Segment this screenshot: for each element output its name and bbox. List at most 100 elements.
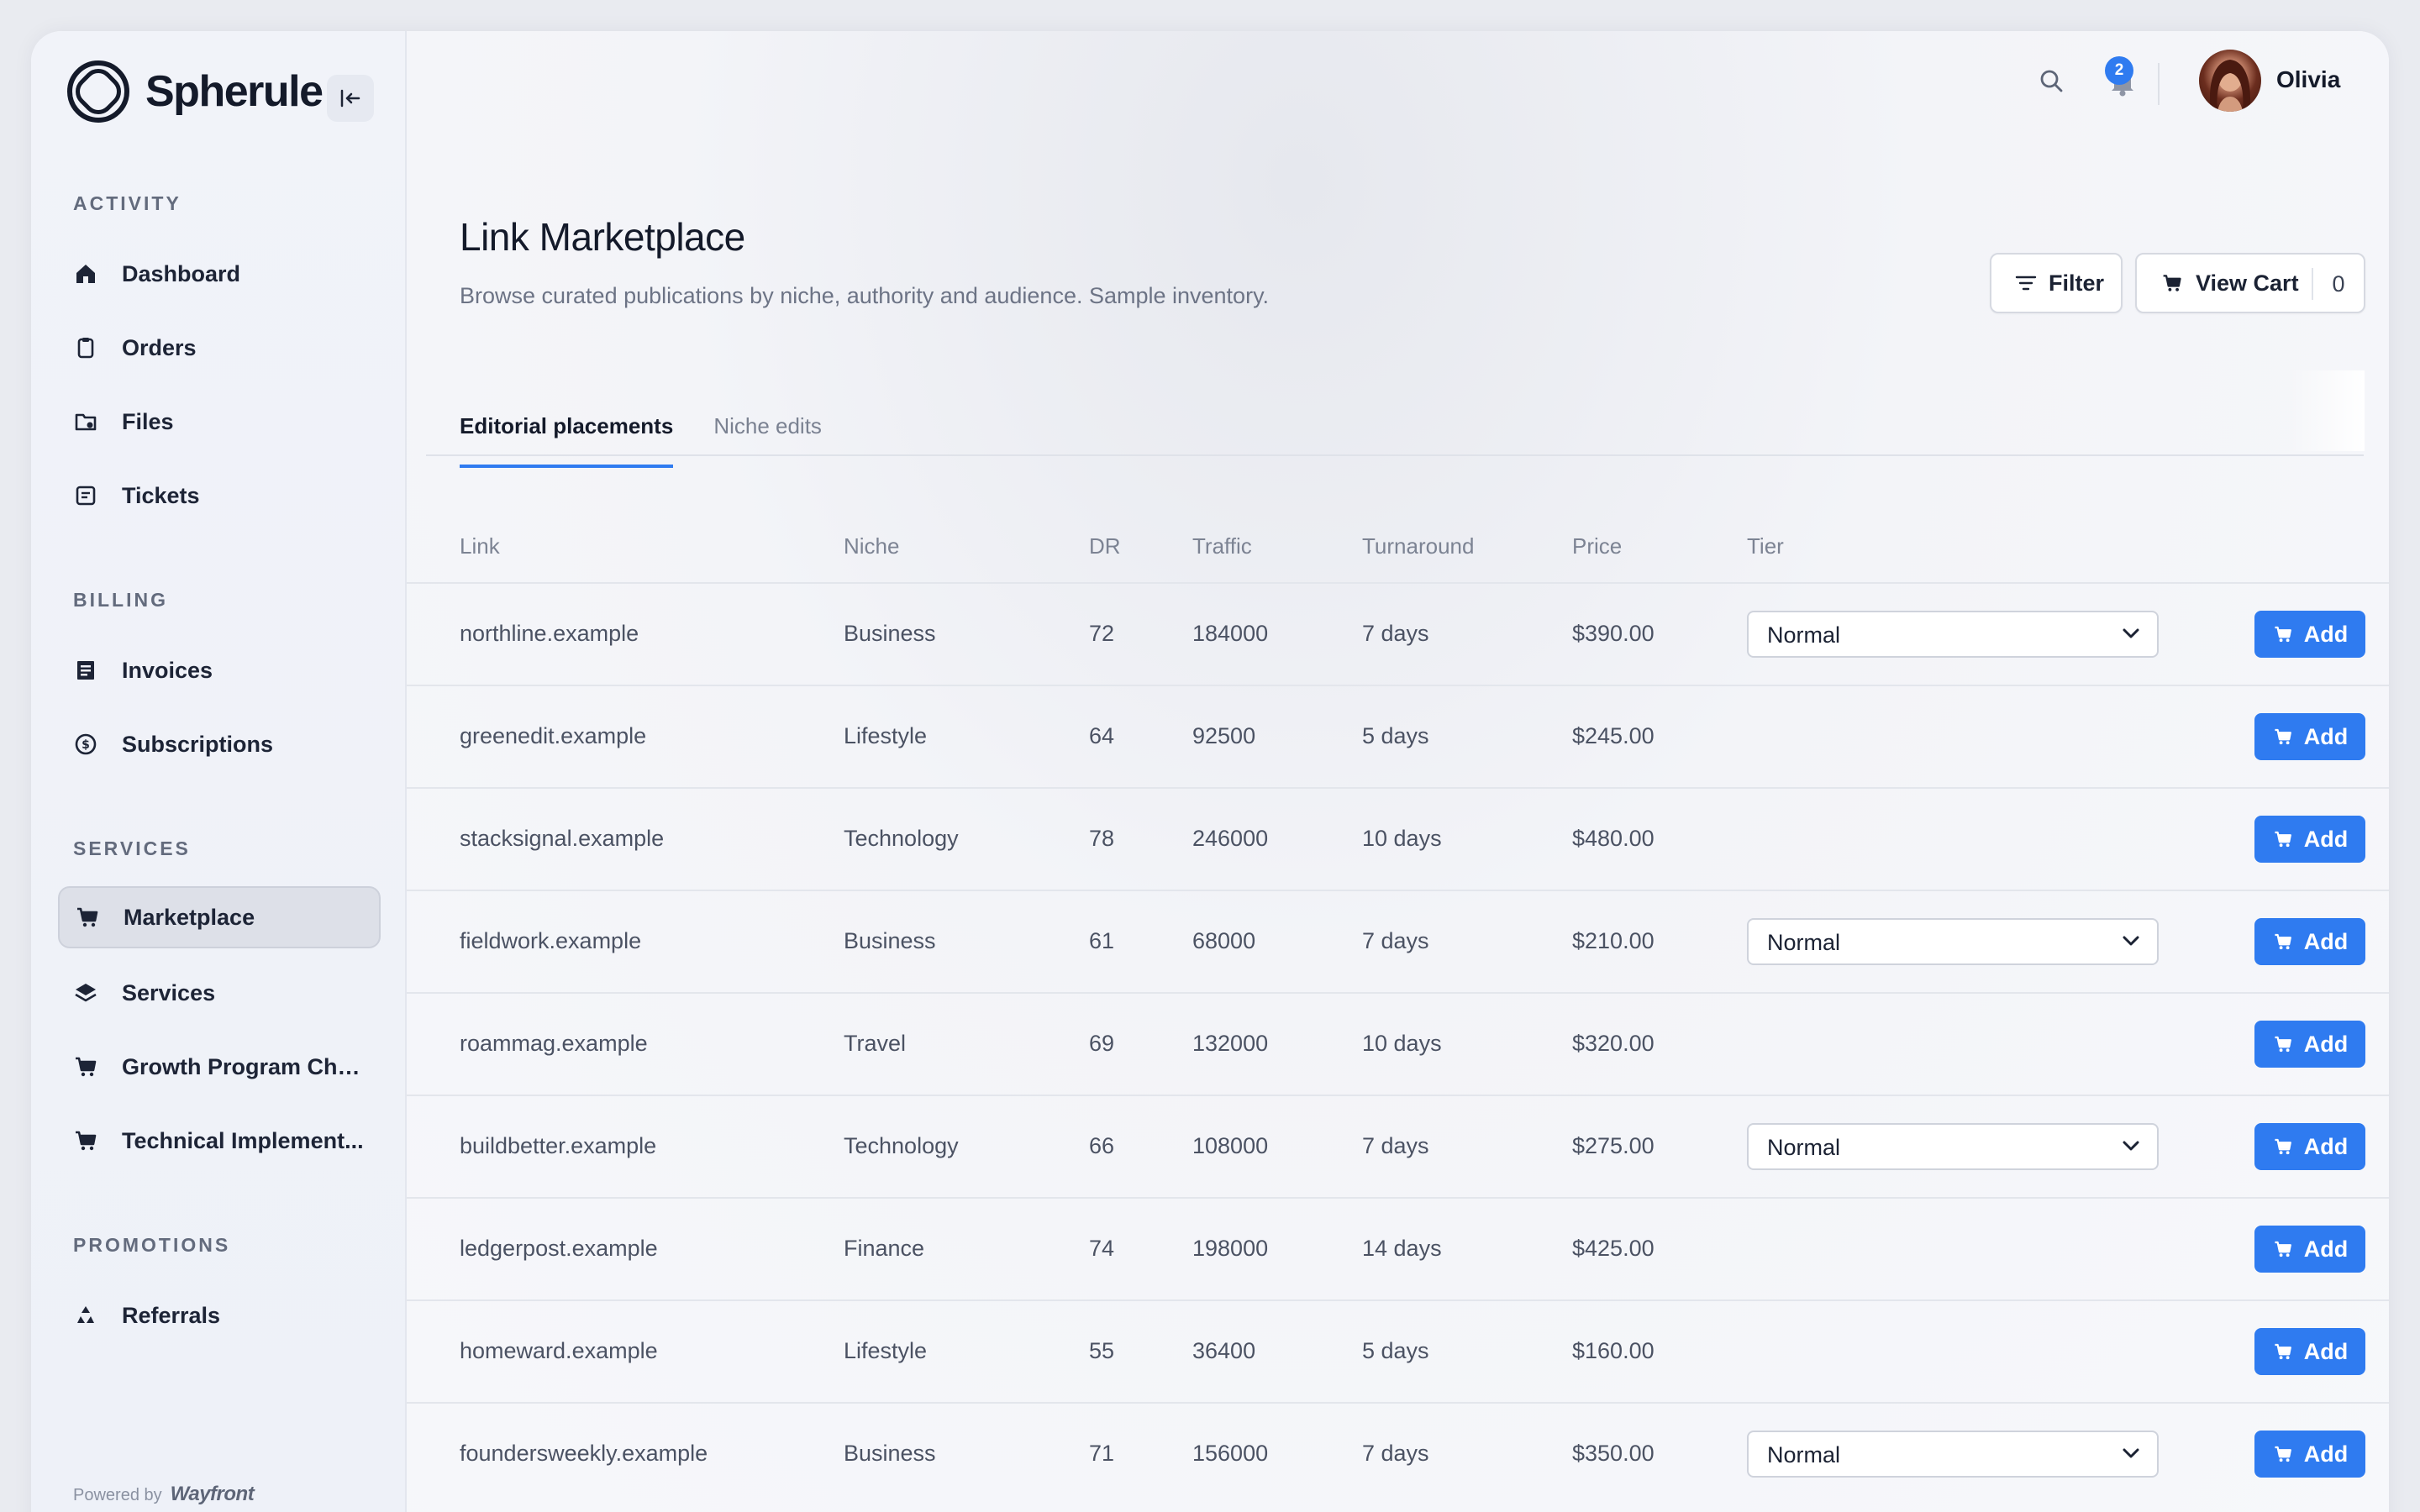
filter-button[interactable]: Filter <box>1990 253 2123 313</box>
cell-niche: Technology <box>844 826 959 851</box>
table-row: roammag.example Travel 69 132000 10 days $320… <box>407 992 2389 1095</box>
add-to-cart-button[interactable]: Add <box>2254 1226 2365 1273</box>
cell-turnaround: 7 days <box>1362 1441 1429 1466</box>
sidebar-item-files[interactable]: Files <box>58 391 381 453</box>
filter-icon <box>2015 276 2037 291</box>
cell-price: $480.00 <box>1572 826 1655 851</box>
sidebar-item-dashboard[interactable]: Dashboard <box>58 243 381 305</box>
user-name[interactable]: Olivia <box>2276 66 2340 93</box>
sidebar-item-subscriptions[interactable]: $ Subscriptions <box>58 713 381 775</box>
column-header-link[interactable]: Link <box>460 533 500 559</box>
spherule-logo-icon <box>67 60 129 123</box>
sidebar-item-marketplace[interactable]: Marketplace <box>58 886 381 948</box>
cell-traffic: 184000 <box>1192 621 1269 646</box>
cart-icon <box>76 1131 97 1151</box>
chevron-down-icon <box>2123 628 2139 638</box>
cell-price: $245.00 <box>1572 723 1655 748</box>
avatar[interactable] <box>2199 50 2261 112</box>
column-header-tier[interactable]: Tier <box>1747 533 1784 559</box>
add-button-label: Add <box>2303 1338 2349 1364</box>
chevron-down-icon <box>2123 1141 2139 1151</box>
sidebar-item-technical-implementation[interactable]: Technical Implement... <box>58 1110 381 1172</box>
cell-link[interactable]: roammag.example <box>460 1031 648 1057</box>
cell-link[interactable]: ledgerpost.example <box>460 1236 658 1262</box>
table-row: homeward.example Lifestyle 55 36400 5 days $1… <box>407 1299 2389 1402</box>
sidebar-item-orders[interactable]: Orders <box>58 317 381 379</box>
search-icon[interactable] <box>2037 66 2067 97</box>
add-to-cart-button[interactable]: Add <box>2254 1431 2365 1478</box>
table-row: greenedit.example Lifestyle 64 92500 5 days $… <box>407 685 2389 787</box>
tier-select[interactable]: Normal <box>1747 918 2159 965</box>
table-row: fieldwork.example Business 61 68000 7 days $2… <box>407 890 2389 992</box>
page-title: Link Marketplace <box>460 215 745 259</box>
cart-icon <box>2275 626 2291 643</box>
svg-text:$: $ <box>82 738 90 752</box>
sidebar-item-invoices[interactable]: Invoices <box>58 639 381 701</box>
add-to-cart-button[interactable]: Add <box>2254 713 2365 760</box>
add-button-label: Add <box>2303 723 2349 749</box>
table-row: buildbetter.example Technology 66 108000 7 d… <box>407 1095 2389 1197</box>
powered-by-brand: Wayfront <box>170 1483 255 1505</box>
powered-by[interactable]: Powered by Wayfront <box>73 1483 255 1506</box>
column-header-price[interactable]: Price <box>1572 533 1622 559</box>
clipboard-icon <box>77 338 94 359</box>
cart-icon <box>2275 728 2291 745</box>
brand-logo[interactable]: Spherule <box>65 58 324 125</box>
cell-niche: Business <box>844 1441 936 1466</box>
tier-select[interactable]: Normal <box>1747 1123 2159 1170</box>
tab-niche-edits[interactable]: Niche edits <box>713 413 822 468</box>
folder-icon <box>75 413 97 431</box>
cart-icon <box>2275 1446 2291 1462</box>
sidebar-item-referrals[interactable]: Referrals <box>58 1284 381 1347</box>
add-to-cart-button[interactable]: Add <box>2254 611 2365 658</box>
tier-select-value: Normal <box>1767 622 1841 648</box>
cart-count: 0 <box>2312 268 2364 300</box>
cell-traffic: 198000 <box>1192 1236 1269 1261</box>
tab-editorial-placements[interactable]: Editorial placements <box>460 413 674 468</box>
chevron-down-icon <box>2123 1448 2139 1458</box>
cell-link[interactable]: fieldwork.example <box>460 928 641 954</box>
sidebar-item-growth-program[interactable]: Growth Program Che... <box>58 1036 381 1098</box>
view-cart-button[interactable]: View Cart 0 <box>2135 253 2365 313</box>
column-header-turnaround[interactable]: Turnaround <box>1362 533 1474 559</box>
cell-traffic: 132000 <box>1192 1031 1269 1056</box>
cell-turnaround: 10 days <box>1362 1031 1442 1056</box>
add-to-cart-button[interactable]: Add <box>2254 1123 2365 1170</box>
cell-link[interactable]: buildbetter.example <box>460 1133 656 1159</box>
cell-traffic: 92500 <box>1192 723 1256 748</box>
column-header-traffic[interactable]: Traffic <box>1192 533 1252 559</box>
cell-link[interactable]: greenedit.example <box>460 723 646 749</box>
recycle-icon <box>77 1306 94 1323</box>
column-header-dr[interactable]: DR <box>1089 533 1121 559</box>
cell-traffic: 108000 <box>1192 1133 1269 1158</box>
table-row: northline.example Business 72 184000 7 days $… <box>407 582 2389 685</box>
add-button-label: Add <box>2303 621 2349 647</box>
add-button-label: Add <box>2303 1031 2349 1057</box>
tier-select[interactable]: Normal <box>1747 1431 2159 1478</box>
cell-traffic: 246000 <box>1192 826 1269 851</box>
add-to-cart-button[interactable]: Add <box>2254 816 2365 863</box>
cell-dr: 64 <box>1089 723 1115 748</box>
tier-select[interactable]: Normal <box>1747 611 2159 658</box>
sidebar-item-services[interactable]: Services <box>58 962 381 1024</box>
cell-traffic: 156000 <box>1192 1441 1269 1466</box>
cell-link[interactable]: stacksignal.example <box>460 826 664 852</box>
column-header-niche[interactable]: Niche <box>844 533 899 559</box>
sidebar-item-label: Tickets <box>122 482 200 508</box>
sidebar-item-label: Dashboard <box>122 260 241 286</box>
collapse-sidebar-button[interactable] <box>327 75 374 122</box>
add-to-cart-button[interactable]: Add <box>2254 1328 2365 1375</box>
cart-icon <box>2275 933 2291 950</box>
section-label-activity: ACTIVITY <box>73 192 182 214</box>
add-to-cart-button[interactable]: Add <box>2254 918 2365 965</box>
sidebar-item-tickets[interactable]: Tickets <box>58 465 381 527</box>
add-to-cart-button[interactable]: Add <box>2254 1021 2365 1068</box>
cell-link[interactable]: homeward.example <box>460 1338 658 1364</box>
cell-turnaround: 5 days <box>1362 1338 1429 1363</box>
tabs-scroll-fade <box>2289 370 2365 451</box>
cell-niche: Lifestyle <box>844 723 928 748</box>
layers-icon <box>75 984 97 1002</box>
cell-link[interactable]: northline.example <box>460 621 639 647</box>
cell-niche: Business <box>844 928 936 953</box>
cell-link[interactable]: foundersweekly.example <box>460 1441 708 1467</box>
